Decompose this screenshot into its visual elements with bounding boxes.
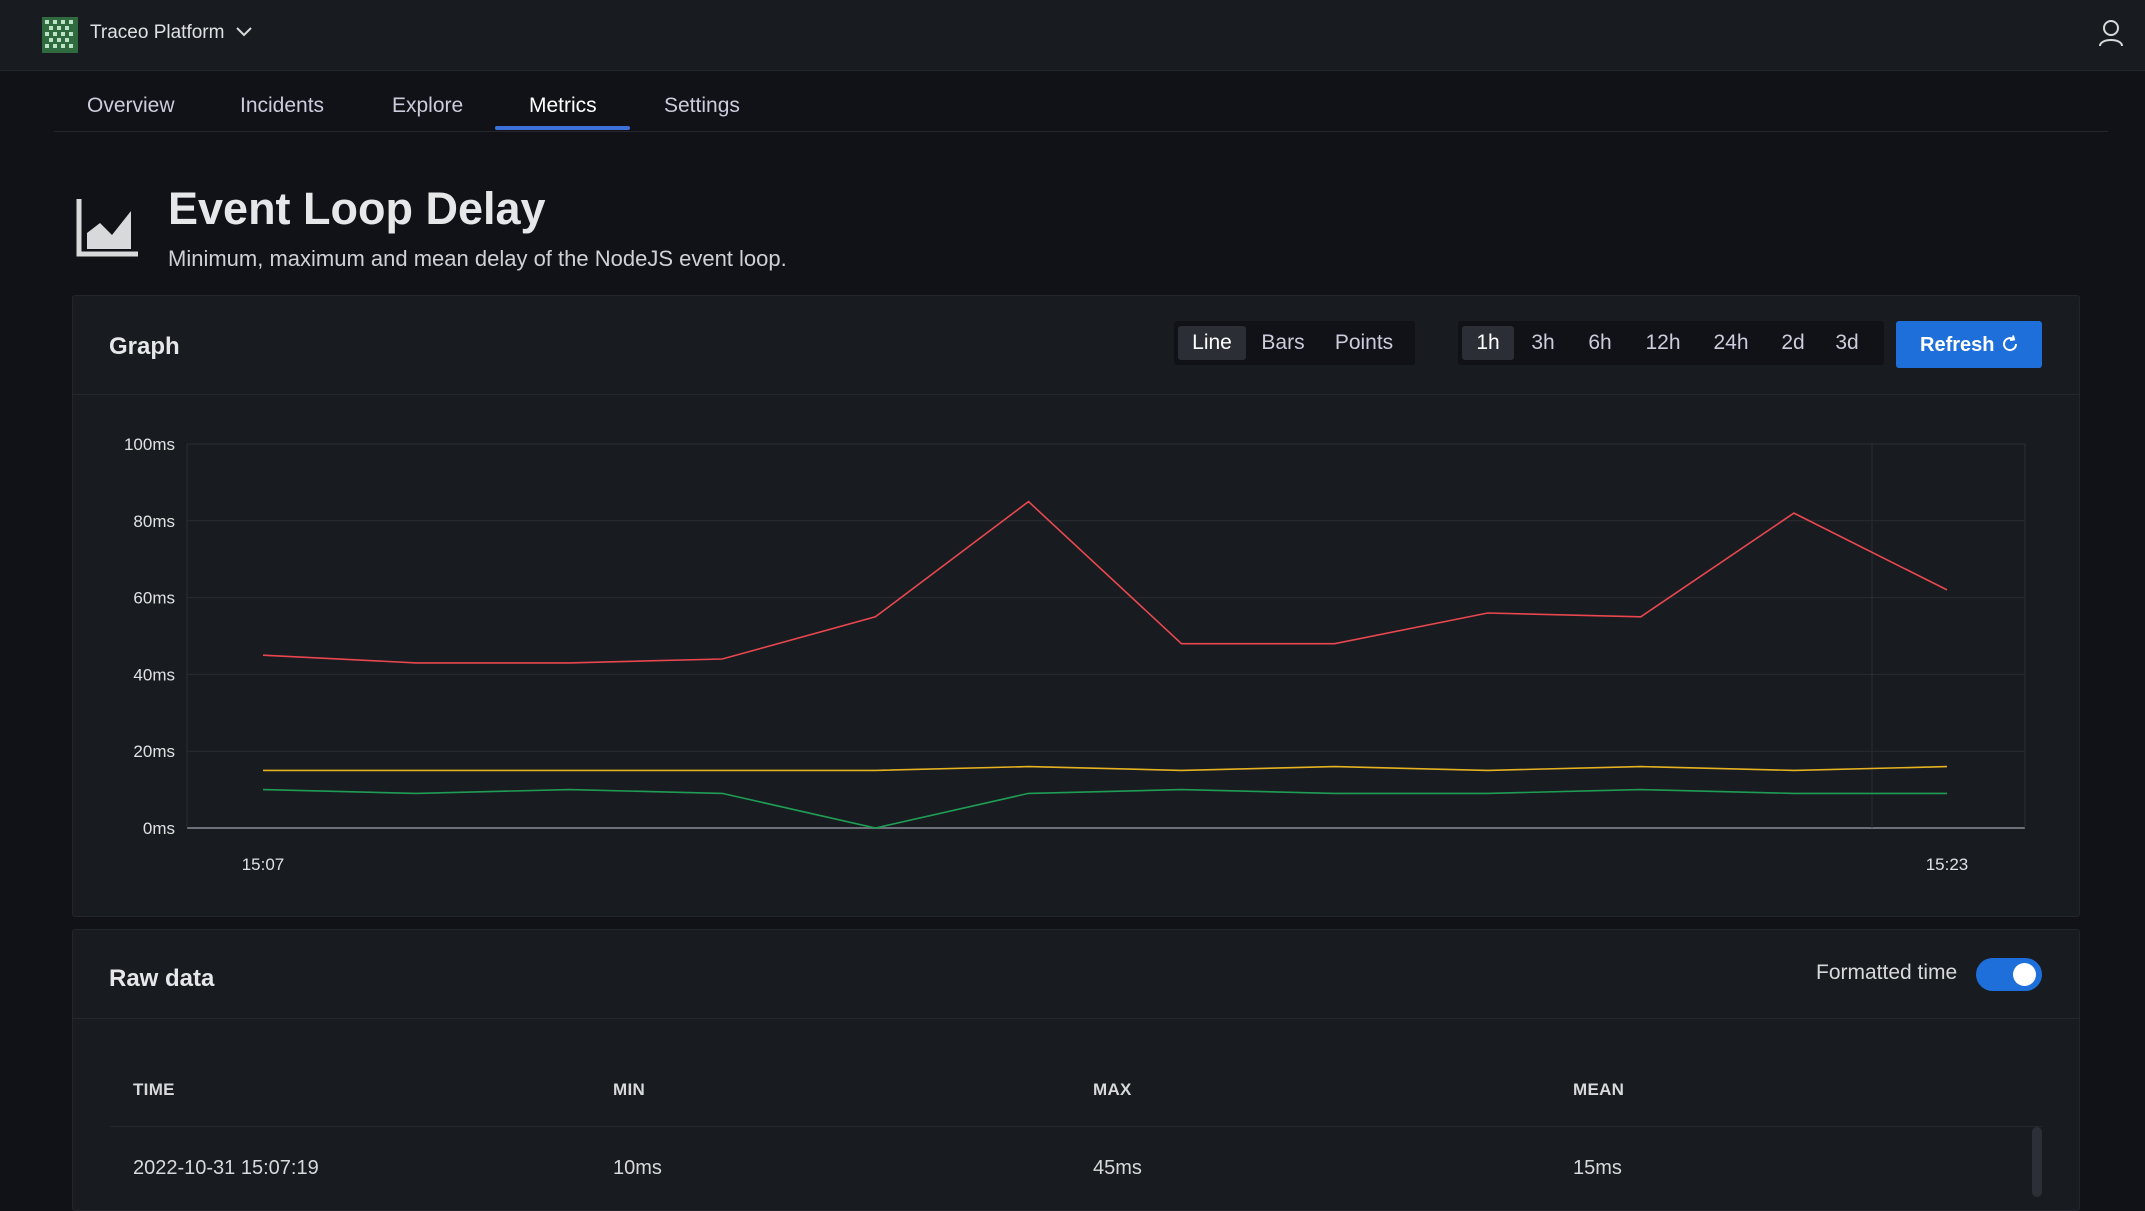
nav-tabs: Overview Incidents Explore Metrics Setti…	[54, 70, 2108, 132]
user-icon[interactable]	[2098, 19, 2124, 47]
range-24h[interactable]: 24h	[1700, 326, 1762, 360]
formatted-time-toggle[interactable]	[1976, 958, 2042, 991]
page-title: Event Loop Delay	[168, 183, 546, 234]
range-6h[interactable]: 6h	[1575, 326, 1625, 360]
page-subtitle: Minimum, maximum and mean delay of the N…	[168, 246, 787, 271]
table-cell-max: 45ms	[1093, 1157, 1142, 1179]
panel-divider	[73, 1018, 2079, 1019]
range-3d[interactable]: 3d	[1824, 326, 1870, 360]
y-tick-label: 40ms	[133, 665, 175, 684]
table-cell-min: 10ms	[613, 1157, 662, 1179]
tab-metrics[interactable]: Metrics	[529, 94, 597, 118]
graph-panel-title: Graph	[109, 333, 180, 360]
column-header-time[interactable]: TIME	[133, 1080, 175, 1100]
app-logo-icon	[42, 17, 78, 53]
y-tick-label: 20ms	[133, 742, 175, 761]
table-header-divider	[110, 1126, 2042, 1127]
chart-type-points[interactable]: Points	[1320, 326, 1408, 360]
refresh-button[interactable]: Refresh	[1896, 321, 2042, 368]
chart-type-selector: Line Bars Points	[1174, 321, 1415, 365]
column-header-mean[interactable]: MEAN	[1573, 1080, 1624, 1100]
chart-type-bars[interactable]: Bars	[1254, 326, 1312, 360]
app-title[interactable]: Traceo Platform	[90, 22, 224, 44]
series-line-mean	[263, 765, 1948, 772]
column-header-max[interactable]: MAX	[1093, 1080, 1132, 1100]
raw-data-title: Raw data	[109, 965, 215, 992]
column-header-min[interactable]: MIN	[613, 1080, 645, 1100]
series-line-min	[262, 788, 1947, 829]
y-tick-label: 0ms	[143, 819, 175, 838]
tab-incidents[interactable]: Incidents	[240, 94, 324, 118]
tab-settings[interactable]: Settings	[664, 94, 740, 118]
range-3h[interactable]: 3h	[1518, 326, 1568, 360]
tab-explore[interactable]: Explore	[392, 94, 463, 118]
time-range-selector: 1h 3h 6h 12h 24h 2d 3d	[1458, 321, 1884, 365]
tab-overview[interactable]: Overview	[87, 94, 175, 118]
active-tab-indicator	[495, 126, 630, 130]
refresh-icon	[2003, 335, 2018, 352]
event-loop-chart: 0ms 20ms 40ms 60ms 80ms 100ms 15:07 15:23	[124, 435, 2026, 874]
raw-data-panel: Raw data	[72, 929, 2080, 1211]
y-tick-label: 80ms	[133, 512, 175, 531]
range-12h[interactable]: 12h	[1633, 326, 1693, 360]
y-tick-label: 60ms	[133, 589, 175, 608]
x-tick-label: 15:23	[1926, 855, 1969, 874]
panel-divider	[73, 394, 2079, 395]
y-tick-label: 100ms	[124, 435, 175, 454]
x-tick-label: 15:07	[242, 855, 285, 874]
refresh-label: Refresh	[1920, 334, 1995, 356]
table-scrollbar[interactable]	[2032, 1127, 2042, 1197]
series-line-max	[262, 500, 1948, 664]
area-chart-icon	[76, 199, 138, 257]
top-bar: Traceo Platform	[0, 0, 2145, 71]
range-2d[interactable]: 2d	[1770, 326, 1816, 360]
range-1h[interactable]: 1h	[1462, 326, 1514, 360]
chevron-down-icon[interactable]	[236, 27, 252, 37]
table-cell-mean: 15ms	[1573, 1157, 1622, 1179]
formatted-time-label: Formatted time	[1816, 961, 1958, 984]
chart-type-line[interactable]: Line	[1178, 326, 1246, 360]
table-cell-time: 2022-10-31 15:07:19	[133, 1157, 319, 1179]
toggle-knob	[2013, 963, 2036, 986]
